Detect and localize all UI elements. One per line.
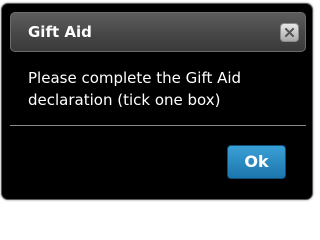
close-button[interactable]	[280, 23, 299, 42]
dialog-divider	[10, 125, 306, 126]
close-icon	[285, 28, 294, 37]
dialog-message: Please complete the Gift Aid declaration…	[28, 69, 242, 109]
dialog-titlebar: Gift Aid	[10, 12, 306, 52]
ok-button[interactable]: Ok	[227, 145, 286, 179]
gift-aid-dialog: Gift Aid Please complete the Gift Aid de…	[1, 3, 313, 200]
dialog-title: Gift Aid	[28, 23, 92, 41]
